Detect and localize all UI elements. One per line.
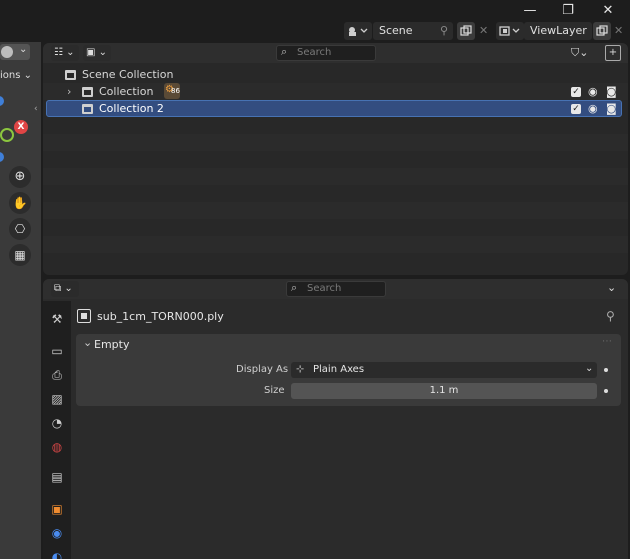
options-dropdown[interactable]: ions ⌄ bbox=[0, 68, 36, 84]
scene-props-icon[interactable]: ◔ bbox=[49, 415, 65, 431]
tool-icon[interactable]: ⚒ bbox=[49, 311, 65, 327]
size-field[interactable]: 1.1 m bbox=[291, 383, 597, 399]
collection-icon bbox=[82, 104, 93, 114]
y-axis-gizmo[interactable] bbox=[0, 152, 4, 162]
search-icon: ⌕ bbox=[291, 281, 298, 294]
chevron-down-icon[interactable]: ⌄ bbox=[83, 336, 92, 349]
properties-header: ⧉ ⌄ ⌕ Search ⌄ bbox=[43, 279, 628, 299]
list-item[interactable]: Scene Collection bbox=[43, 66, 628, 83]
eye-icon[interactable]: ◉ bbox=[588, 83, 598, 100]
world-icon[interactable]: ◍ bbox=[49, 439, 65, 455]
modifier-icon[interactable]: ◉ bbox=[49, 525, 65, 541]
options-label: ions bbox=[0, 70, 21, 81]
empty-row bbox=[43, 168, 628, 185]
close-icon[interactable]: ✕ bbox=[614, 24, 623, 37]
close-icon[interactable]: ✕ bbox=[588, 0, 628, 20]
scene-collection-label: Scene Collection bbox=[82, 68, 174, 81]
zoom-icon[interactable]: ⊕ bbox=[9, 166, 31, 188]
search-input[interactable]: ⌕ Search bbox=[286, 281, 386, 297]
eye-icon[interactable]: ◉ bbox=[588, 100, 598, 117]
minimize-icon[interactable]: — bbox=[510, 0, 550, 20]
z-axis-gizmo[interactable] bbox=[0, 128, 14, 142]
collection-2-label: Collection 2 bbox=[99, 102, 164, 115]
panel-title[interactable]: Empty bbox=[94, 338, 129, 351]
display-mode-dropdown[interactable]: ▣ ⌄ bbox=[83, 45, 111, 61]
search-input[interactable]: ⌕ Search bbox=[276, 45, 376, 61]
collection-icon bbox=[82, 87, 93, 97]
physics-icon[interactable]: ◐ bbox=[49, 549, 65, 559]
viewlayer-name-field[interactable]: ViewLayer bbox=[524, 22, 592, 40]
empty-row bbox=[43, 236, 628, 253]
collection-icon bbox=[65, 70, 76, 80]
viewlayer-icon[interactable] bbox=[496, 22, 524, 40]
camera-icon[interactable]: ◙ bbox=[606, 100, 617, 117]
close-icon[interactable]: ✕ bbox=[479, 24, 488, 37]
collapse-arrow-icon[interactable]: ‹ bbox=[34, 104, 38, 114]
outliner-panel: ☷ ⌄ ▣ ⌄ ⌕ Search ⛉⌄ + Scene Collection ›… bbox=[43, 43, 628, 275]
search-icon: ⌕ bbox=[281, 45, 288, 58]
search-placeholder: Search bbox=[307, 283, 342, 294]
shading-dropdown[interactable]: ⌄ bbox=[0, 44, 30, 60]
object-icon[interactable]: ▣ bbox=[49, 501, 65, 517]
collection-label: Collection bbox=[99, 85, 154, 98]
editor-type-dropdown[interactable]: ☷ ⌄ bbox=[51, 45, 79, 61]
chevron-down-icon[interactable]: ⌄ bbox=[607, 281, 616, 294]
empty-row bbox=[43, 134, 628, 151]
copy-icon[interactable] bbox=[457, 22, 475, 40]
camera-view-icon[interactable]: ⎔ bbox=[9, 218, 31, 240]
properties-tabs: ⚒ ▭ ⎙ ▨ ◔ ◍ ▤ ▣ ◉ ◐ bbox=[43, 301, 71, 559]
maximize-icon[interactable]: ❐ bbox=[548, 0, 588, 20]
display-as-label: Display As bbox=[236, 364, 289, 375]
plain-axes-icon: ⊹ bbox=[296, 364, 305, 375]
size-label: Size bbox=[264, 385, 285, 396]
filter-icon[interactable]: ⛉⌄ bbox=[571, 45, 599, 61]
checkbox-icon[interactable]: ✓ bbox=[571, 104, 581, 114]
search-placeholder: Search bbox=[297, 47, 332, 58]
list-item-selected[interactable]: Collection 2 ✓ ◉ ◙ bbox=[46, 100, 622, 117]
output-icon[interactable]: ⎙ bbox=[49, 367, 65, 383]
outliner-header: ☷ ⌄ ▣ ⌄ ⌕ Search ⛉⌄ + bbox=[43, 43, 628, 63]
pin-icon[interactable]: ⚲ bbox=[606, 309, 615, 323]
view-layer-icon[interactable]: ▨ bbox=[49, 391, 65, 407]
y-axis-gizmo[interactable] bbox=[0, 96, 4, 106]
list-item[interactable]: › Collection ⚙ 86 ✓ ◉ ◙ bbox=[43, 83, 628, 100]
display-as-value: Plain Axes bbox=[313, 364, 365, 375]
empty-row bbox=[43, 202, 628, 219]
editor-type-dropdown[interactable]: ⧉ ⌄ bbox=[51, 281, 79, 297]
grid-icon[interactable]: ▦ bbox=[9, 244, 31, 266]
new-collection-icon[interactable]: + bbox=[605, 45, 621, 61]
viewport-edge[interactable]: ⌄ ions ⌄ ‹ X ⊕ ✋ ⎔ ▦ bbox=[0, 42, 41, 559]
render-icon[interactable]: ▭ bbox=[49, 343, 65, 359]
keyframe-dot-icon[interactable] bbox=[604, 368, 608, 372]
camera-icon[interactable]: ◙ bbox=[606, 83, 617, 100]
hand-icon[interactable]: ✋ bbox=[9, 192, 31, 214]
object-name: sub_1cm_TORN000.ply bbox=[97, 310, 224, 323]
scene-icon[interactable] bbox=[344, 22, 372, 40]
properties-panel: ⧉ ⌄ ⌕ Search ⌄ ⚒ ▭ ⎙ ▨ ◔ ◍ ▤ ▣ ◉ ◐ sub_1… bbox=[43, 279, 628, 559]
copy-icon[interactable] bbox=[593, 22, 611, 40]
chevron-right-icon[interactable]: › bbox=[67, 83, 71, 100]
chevron-down-icon: ⌄ bbox=[585, 363, 594, 374]
object-count-badge: ⚙ 86 bbox=[164, 83, 180, 99]
drag-handle-icon[interactable]: ⋯ bbox=[602, 336, 612, 347]
collection-props-icon[interactable]: ▤ bbox=[49, 469, 65, 485]
keyframe-dot-icon[interactable] bbox=[604, 389, 608, 393]
object-data-icon bbox=[77, 309, 91, 323]
x-axis-gizmo[interactable]: X bbox=[14, 120, 28, 134]
size-value: 1.1 m bbox=[429, 385, 459, 396]
checkbox-icon[interactable]: ✓ bbox=[571, 87, 581, 97]
display-as-dropdown[interactable]: ⊹ Plain Axes ⌄ bbox=[291, 362, 597, 378]
title-bar: — ❐ ✕ Scene ⚲ ✕ ViewLayer ✕ bbox=[0, 0, 630, 42]
pin-icon[interactable]: ⚲ bbox=[440, 24, 448, 37]
empty-settings-panel: ⌄ Empty ⋯ Display As ⊹ Plain Axes ⌄ Size… bbox=[76, 334, 621, 406]
